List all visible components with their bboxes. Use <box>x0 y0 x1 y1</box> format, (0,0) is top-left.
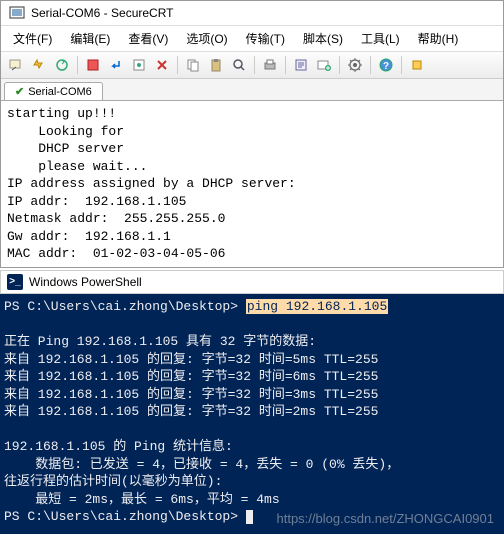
reconnect-icon[interactable] <box>52 55 72 75</box>
menu-view[interactable]: 查看(V) <box>120 28 176 49</box>
separator <box>254 56 255 74</box>
copy-icon[interactable] <box>183 55 203 75</box>
app-icon <box>9 5 25 21</box>
separator <box>285 56 286 74</box>
menu-options[interactable]: 选项(O) <box>178 28 235 49</box>
tab-bar: ✔ Serial-COM6 <box>1 79 503 100</box>
menu-help[interactable]: 帮助(H) <box>410 28 467 49</box>
terminal-output[interactable]: starting up!!! Looking for DHCP server p… <box>1 100 503 267</box>
menu-tools[interactable]: 工具(L) <box>353 28 408 49</box>
toolbar-extra-icon[interactable] <box>407 55 427 75</box>
properties-icon[interactable] <box>291 55 311 75</box>
menu-script[interactable]: 脚本(S) <box>295 28 351 49</box>
svg-text:?: ? <box>383 61 389 72</box>
toolbar: ? <box>1 52 503 79</box>
cancel-icon[interactable] <box>152 55 172 75</box>
separator <box>339 56 340 74</box>
tab-serial-com6[interactable]: ✔ Serial-COM6 <box>4 82 103 100</box>
paste-icon[interactable] <box>206 55 226 75</box>
connect-icon[interactable] <box>6 55 26 75</box>
disconnect-icon[interactable] <box>83 55 103 75</box>
menu-transfer[interactable]: 传输(T) <box>238 28 293 49</box>
separator <box>77 56 78 74</box>
menu-edit[interactable]: 编辑(E) <box>62 28 118 49</box>
powershell-output[interactable]: PS C:\Users\cai.zhong\Desktop> ping 192.… <box>0 294 504 534</box>
watermark: https://blog.csdn.net/ZHONGCAI0901 <box>277 510 495 528</box>
tab-label: Serial-COM6 <box>28 86 92 98</box>
options-icon[interactable] <box>129 55 149 75</box>
powershell-icon: >_ <box>7 274 23 290</box>
find-icon[interactable] <box>229 55 249 75</box>
menu-file[interactable]: 文件(F) <box>5 28 60 49</box>
help-icon[interactable]: ? <box>376 55 396 75</box>
print-icon[interactable] <box>260 55 280 75</box>
titlebar[interactable]: Serial-COM6 - SecureCRT <box>1 1 503 26</box>
menubar: 文件(F) 编辑(E) 查看(V) 选项(O) 传输(T) 脚本(S) 工具(L… <box>1 26 503 52</box>
powershell-window: >_ Windows PowerShell PS C:\Users\cai.zh… <box>0 270 504 534</box>
securecrt-window: Serial-COM6 - SecureCRT 文件(F) 编辑(E) 查看(V… <box>0 0 504 268</box>
settings-icon[interactable] <box>345 55 365 75</box>
ps-command: ping 192.168.1.105 <box>246 299 388 314</box>
enter-icon[interactable] <box>106 55 126 75</box>
separator <box>177 56 178 74</box>
quick-connect-icon[interactable] <box>29 55 49 75</box>
ps-window-title: Windows PowerShell <box>29 275 142 289</box>
window-title: Serial-COM6 - SecureCRT <box>31 6 173 20</box>
separator <box>370 56 371 74</box>
separator <box>401 56 402 74</box>
new-session-icon[interactable] <box>314 55 334 75</box>
ps-titlebar[interactable]: >_ Windows PowerShell <box>0 270 504 294</box>
cursor <box>246 510 253 524</box>
check-icon: ✔ <box>15 85 24 98</box>
